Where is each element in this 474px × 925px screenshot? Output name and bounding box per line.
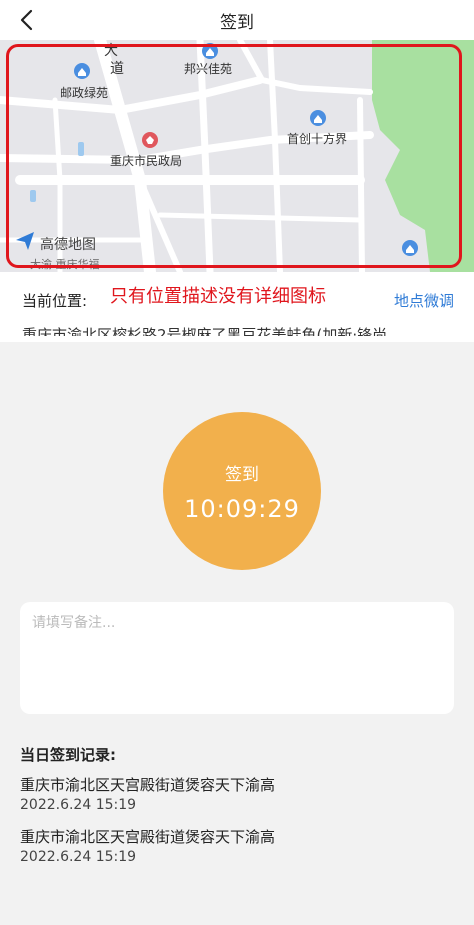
map-label-da: 大 (104, 43, 118, 59)
record-time: 2022.6.24 15:19 (20, 797, 137, 813)
nav-bar: 签到 (0, 0, 474, 40)
map-label-minzhengju: 重庆市民政局 (110, 154, 183, 168)
checkin-label: 签到 (225, 464, 259, 485)
map-view[interactable]: 邮政绿苑 邦兴佳苑 首创十方界 重庆市民政局 大 道 高德地图 大渝 重庆华福 (0, 40, 474, 272)
remark-input[interactable] (20, 602, 454, 714)
map-label-shouchuang: 首创十方界 (287, 132, 348, 146)
adjust-location-link[interactable]: 地点微调 (394, 290, 454, 311)
map-label-partial: 大渝 重庆华福 (30, 258, 100, 271)
map-label-youzheng: 邮政绿苑 (60, 86, 109, 100)
page-title: 签到 (220, 13, 254, 33)
record-place: 重庆市渝北区天宫殿街道煲容天下渝高 (20, 828, 276, 846)
checkin-time: 10:09:29 (184, 494, 300, 523)
annotation-text: 只有位置描述没有详细图标 (110, 286, 326, 307)
record-time: 2022.6.24 15:19 (20, 849, 137, 865)
location-label: 当前位置: (22, 292, 88, 310)
map-label-dao: 道 (110, 61, 124, 77)
amap-brand: 高德地图 (40, 237, 96, 253)
checkin-button[interactable]: 签到 10:09:29 (163, 412, 321, 570)
records-section: 当日签到记录: 重庆市渝北区天宫殿街道煲容天下渝高 2022.6.24 15:1… (20, 744, 454, 879)
records-title: 当日签到记录: (20, 746, 116, 764)
record-item: 重庆市渝北区天宫殿街道煲容天下渝高 2022.6.24 15:19 (20, 775, 454, 815)
location-section-bottom (0, 336, 474, 342)
map-label-bangxing: 邦兴佳苑 (184, 62, 233, 76)
location-section: 当前位置: 只有位置描述没有详细图标 地点微调 重庆市渝北区榕杉路2号椒麻了黑豆… (0, 272, 474, 344)
record-place: 重庆市渝北区天宫殿街道煲容天下渝高 (20, 776, 276, 794)
record-item: 重庆市渝北区天宫殿街道煲容天下渝高 2022.6.24 15:19 (20, 827, 454, 867)
